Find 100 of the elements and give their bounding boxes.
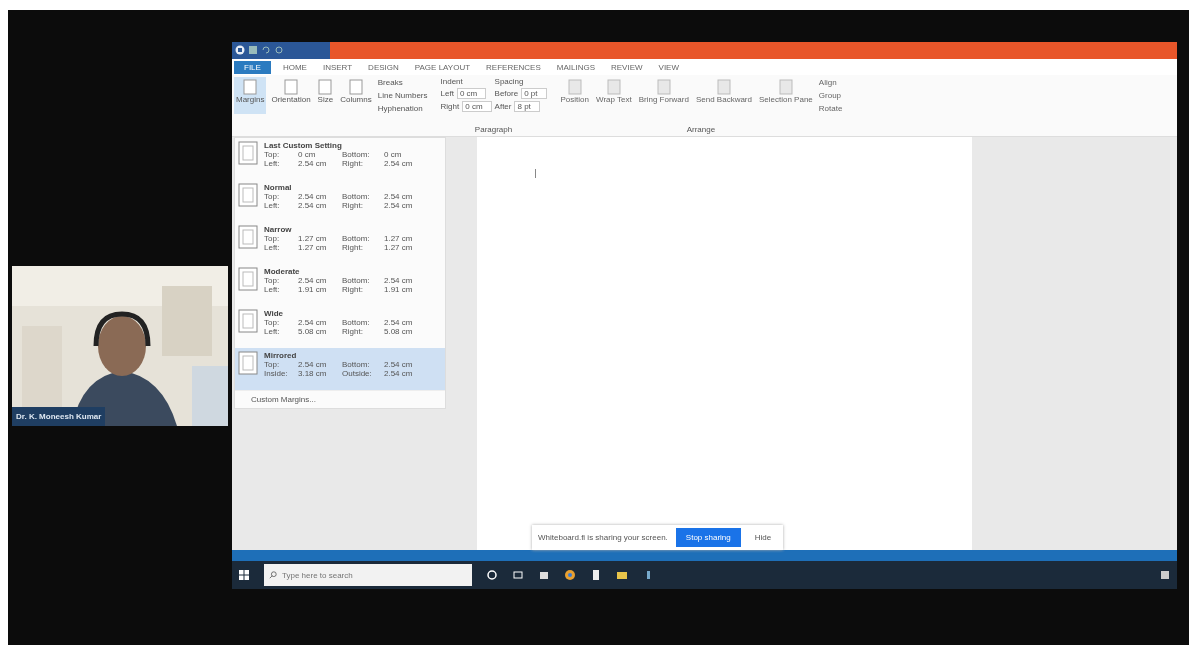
ribbon-button[interactable]: Line Numbers: [376, 90, 429, 101]
ribbon-tab[interactable]: REVIEW: [607, 60, 647, 74]
margin-value: Bottom:: [342, 234, 371, 243]
margin-value: 1.27 cm: [384, 243, 414, 252]
picture-icon: [716, 79, 731, 95]
ribbon-tab[interactable]: REFERENCES: [482, 60, 545, 74]
ribbon-button[interactable]: Breaks: [376, 77, 429, 88]
page-margins-icon: [238, 225, 258, 249]
ribbon-tab[interactable]: PAGE LAYOUT: [410, 60, 475, 74]
field-label: Left: [440, 89, 454, 98]
page-icon: [284, 79, 298, 95]
margin-value: 1.91 cm: [384, 285, 414, 294]
notification-text: Whiteboard.fi is sharing your screen.: [538, 533, 668, 542]
margin-value: 0 cm: [298, 150, 317, 159]
group-label: Arrange: [686, 125, 716, 134]
circle-icon[interactable]: [486, 569, 498, 581]
margin-value: 1.27 cm: [298, 243, 328, 252]
margin-value: Bottom:: [342, 192, 371, 201]
ribbon-button[interactable]: Wrap Text: [593, 77, 634, 114]
picture-icon: [778, 79, 793, 95]
margin-value: 2.54 cm: [384, 192, 414, 201]
margin-value: Top:: [264, 318, 281, 327]
redo-icon[interactable]: [274, 45, 284, 55]
option-title: Moderate: [264, 267, 301, 276]
spin-field[interactable]: 0 cm: [456, 88, 487, 99]
margin-option[interactable]: Wide Top: 2.54 cm Bottom: 2.54 cm Left: 5.08 cm Right: 5.08 cm: [235, 306, 445, 348]
option-title: Wide: [264, 309, 285, 318]
ribbon-button[interactable]: Position: [558, 77, 591, 114]
page-margins-icon: [238, 351, 258, 375]
search-icon: [269, 571, 277, 579]
ribbon-button[interactable]: Group: [817, 90, 844, 101]
hide-button[interactable]: Hide: [748, 532, 778, 543]
ribbon-button[interactable]: Align: [817, 77, 844, 88]
margin-option[interactable]: Narrow Top: 1.27 cm Bottom: 1.27 cm Left: 1.27 cm Right: 1.27 cm: [235, 222, 445, 264]
folder-icon[interactable]: [616, 569, 628, 581]
option-title: Mirrored: [264, 351, 298, 360]
option-title: Normal: [264, 183, 293, 192]
margin-value: Top:: [264, 276, 281, 285]
margin-value: 5.08 cm: [384, 327, 414, 336]
margin-value: 2.54 cm: [298, 159, 328, 168]
taskbar-search-field[interactable]: Type here to search: [264, 564, 472, 586]
margin-value: Inside:: [264, 369, 289, 378]
margin-option[interactable]: Mirrored Top: 2.54 cm Bottom: 2.54 cm Inside: 3.18 cm Outside: 2.54 cm: [235, 348, 445, 390]
spin-field[interactable]: 0 pt: [521, 88, 547, 99]
margin-value: 2.54 cm: [298, 201, 328, 210]
margin-option[interactable]: Moderate Top: 2.54 cm Bottom: 2.54 cm Left: 1.91 cm Right: 1.91 cm: [235, 264, 445, 306]
margin-value: Top:: [264, 234, 281, 243]
margin-value: Left:: [264, 327, 281, 336]
ribbon-tab[interactable]: MAILINGS: [552, 60, 599, 74]
margin-value: 3.18 cm: [298, 369, 328, 378]
ribbon-button[interactable]: Columns: [338, 77, 374, 114]
margin-value: Right:: [342, 285, 364, 294]
margin-value: 2.54 cm: [384, 318, 414, 327]
margin-value: 2.54 cm: [384, 159, 414, 168]
ribbon-button[interactable]: Selection Pane: [756, 77, 815, 114]
ribbon-tab[interactable]: HOME: [278, 60, 311, 74]
ribbon-button[interactable]: Rotate: [817, 103, 844, 114]
option-title: Narrow: [264, 225, 293, 234]
stop-sharing-button[interactable]: Stop sharing: [675, 528, 741, 547]
task-view-icon[interactable]: [512, 569, 524, 581]
undo-icon[interactable]: [261, 45, 271, 55]
margin-value: Left:: [264, 159, 281, 168]
page-icon: [243, 79, 258, 95]
ribbon-button[interactable]: Orientation: [269, 77, 313, 114]
margin-option[interactable]: Last Custom Setting Top: 0 cm Bottom: 0 cm Left: 2.54 cm Right: 2.54 cm: [235, 138, 445, 180]
margin-value: Left:: [264, 243, 281, 252]
ribbon-tab[interactable]: DESIGN: [364, 60, 403, 74]
custom-margins-item[interactable]: Custom Margins...: [235, 390, 445, 408]
spin-field[interactable]: 8 pt: [514, 101, 540, 112]
ribbon-button[interactable]: Size: [315, 77, 336, 114]
margin-value: 2.54 cm: [298, 360, 328, 369]
page-margins-icon: [238, 183, 258, 207]
page-icon: [318, 79, 333, 95]
margin-value: Right:: [342, 243, 364, 252]
margin-value: 2.54 cm: [298, 276, 328, 285]
ribbon-button[interactable]: Send Backward: [693, 77, 754, 114]
margin-value: Bottom:: [342, 276, 371, 285]
field-label: Before: [494, 89, 519, 98]
margin-value: Top:: [264, 360, 281, 369]
page-margins-icon: [238, 309, 258, 333]
margin-value: 2.54 cm: [384, 369, 414, 378]
margin-value: Right:: [342, 201, 364, 210]
margin-value: Left:: [264, 285, 281, 294]
ribbon-button[interactable]: Margins: [234, 77, 267, 114]
group-label: Paragraph: [474, 125, 513, 134]
text-cursor: [535, 169, 536, 178]
margin-value: 2.54 cm: [298, 192, 328, 201]
spin-field[interactable]: 0 cm: [462, 101, 492, 112]
browser-icon[interactable]: [564, 569, 576, 581]
margin-value: 1.91 cm: [298, 285, 328, 294]
windows-start-icon[interactable]: [238, 569, 250, 581]
ribbon-tab[interactable]: INSERT: [318, 60, 357, 74]
margin-value: Top:: [264, 150, 281, 159]
ribbon-button[interactable]: Hyphenation: [376, 103, 429, 114]
group-label: Indent: [440, 77, 464, 86]
margin-value: 2.54 cm: [384, 201, 414, 210]
ribbon-tab[interactable]: VIEW: [654, 60, 683, 74]
margin-option[interactable]: Normal Top: 2.54 cm Bottom: 2.54 cm Left: 2.54 cm Right: 2.54 cm: [235, 180, 445, 222]
ribbon-button[interactable]: Bring Forward: [636, 77, 691, 114]
document-icon[interactable]: [590, 569, 602, 581]
